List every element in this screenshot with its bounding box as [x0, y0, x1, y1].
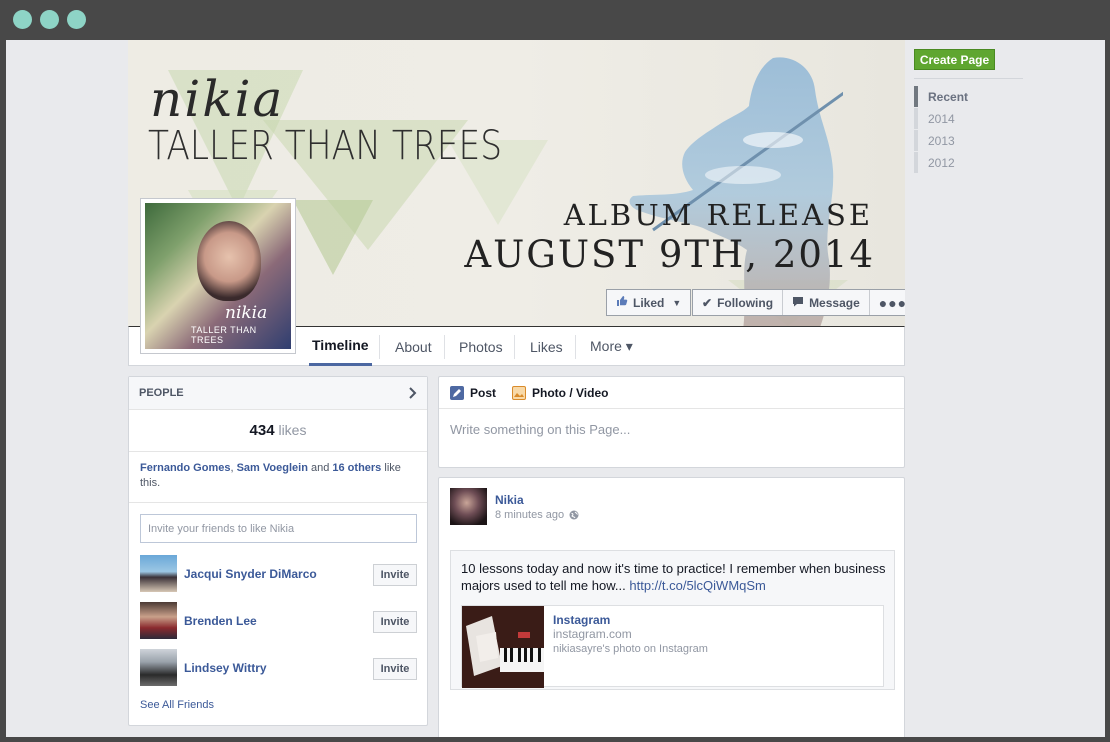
friend-name[interactable]: Brenden Lee	[184, 614, 257, 628]
tab-divider	[379, 335, 380, 359]
timeline-year-2012[interactable]: 2012	[914, 152, 1014, 173]
post-author[interactable]: Nikia	[495, 493, 524, 507]
more-actions-button[interactable]: ●●●	[870, 290, 905, 315]
timeline-year-2014[interactable]: 2014	[914, 108, 1014, 129]
rail-divider	[914, 78, 1023, 79]
tab-divider	[444, 335, 445, 359]
others-link[interactable]: 16 others	[332, 462, 381, 474]
photo-icon	[512, 385, 526, 400]
photo-tab-label: Photo / Video	[532, 385, 609, 400]
composer-photo-tab[interactable]: Photo / Video	[512, 377, 608, 408]
post-timestamp: 8 minutes ago	[495, 509, 579, 521]
tab-divider	[575, 335, 576, 359]
browser-viewport: nikia TALLER THAN TREES ALBUM RELEASE AU…	[6, 40, 1105, 737]
shared-content: 10 lessons today and now it's time to pr…	[450, 550, 895, 690]
timeline-year-recent[interactable]: Recent	[914, 86, 1014, 107]
link-attachment[interactable]: Instagram instagram.com nikiasayre's pho…	[461, 605, 884, 688]
post-link[interactable]: http://t.co/5lcQiWMqSm	[629, 578, 766, 593]
friend-row: Jacqui Snyder DiMarco Invite	[140, 555, 417, 593]
cover-release-label: ALBUM RELEASE	[563, 198, 873, 232]
tab-about[interactable]: About	[395, 327, 432, 366]
friend-row: Brenden Lee Invite	[140, 602, 417, 640]
invite-button[interactable]: Invite	[373, 564, 417, 586]
post-time-text[interactable]: 8 minutes ago	[495, 509, 564, 521]
liker-link[interactable]: Sam Voeglein	[237, 462, 308, 474]
profile-picture[interactable]: nikia TALLER THAN TREES	[140, 198, 296, 354]
following-button[interactable]: ✔ Following	[693, 290, 784, 315]
attachment-description: nikiasayre's photo on Instagram	[553, 643, 708, 655]
window-maximize-dot[interactable]	[67, 10, 86, 29]
composer: Post Photo / Video Write something on th…	[438, 376, 905, 468]
attachment-title[interactable]: Instagram	[553, 613, 610, 627]
speech-bubble-icon	[792, 296, 804, 310]
caret-down-icon: ▼	[672, 297, 682, 308]
invite-button[interactable]: Invite	[373, 658, 417, 680]
message-button[interactable]: Message	[783, 290, 870, 315]
avatar[interactable]	[140, 649, 177, 686]
people-title: PEOPLE	[139, 387, 184, 399]
likes-count: 434	[249, 422, 275, 439]
and-text: and	[307, 462, 333, 474]
composer-tabs: Post Photo / Video	[439, 377, 904, 409]
liked-by-text: Fernando Gomes, Sam Voeglein and 16 othe…	[140, 461, 415, 491]
see-all-friends-link[interactable]: See All Friends	[140, 699, 214, 711]
globe-icon	[569, 510, 579, 520]
pencil-icon	[450, 385, 464, 400]
profile-album-art: nikia TALLER THAN TREES	[145, 203, 291, 349]
violinist-silhouette	[629, 57, 843, 326]
friend-row: Lindsey Wittry Invite	[140, 649, 417, 687]
ellipsis-icon: ●●●	[878, 294, 905, 311]
cover-artist-name: nikia	[150, 70, 285, 128]
window-titlebar	[0, 0, 1110, 40]
profile-face-image	[197, 221, 261, 301]
following-label: Following	[717, 295, 774, 310]
window-minimize-dot[interactable]	[40, 10, 59, 29]
timeline-post: Nikia 8 minutes ago 10 lessons today and…	[438, 477, 905, 737]
tab-divider	[514, 335, 515, 359]
liked-label: Liked	[633, 295, 665, 310]
post-tab-label: Post	[470, 385, 497, 400]
check-icon: ✔	[702, 295, 713, 310]
invite-button[interactable]: Invite	[373, 611, 417, 633]
attachment-thumbnail	[462, 606, 544, 688]
people-header[interactable]: PEOPLE	[129, 377, 427, 410]
tab-more[interactable]: More ▾	[590, 327, 633, 366]
likes-count-line: 434 likes	[129, 422, 427, 439]
composer-post-tab[interactable]: Post	[450, 377, 496, 408]
avatar[interactable]	[450, 488, 487, 525]
post-text-block: 10 lessons today and now it's time to pr…	[461, 560, 889, 594]
cover-release-date: AUGUST 9TH, 2014	[464, 233, 875, 276]
attachment-domain: instagram.com	[553, 627, 632, 641]
friend-name[interactable]: Jacqui Snyder DiMarco	[184, 567, 317, 581]
people-box: PEOPLE 434 likes Fernando Gomes, Sam Voe…	[128, 376, 428, 726]
composer-input[interactable]: Write something on this Page...	[450, 422, 630, 437]
liker-link[interactable]: Fernando Gomes	[140, 462, 230, 474]
profile-art-album: TALLER THAN TREES	[191, 325, 257, 345]
create-page-button[interactable]: Create Page	[914, 49, 995, 70]
message-label: Message	[809, 295, 860, 310]
divider	[129, 451, 427, 452]
tab-timeline[interactable]: Timeline	[309, 327, 372, 366]
tab-likes[interactable]: Likes	[530, 327, 563, 366]
chevron-right-icon[interactable]	[409, 387, 417, 399]
avatar[interactable]	[140, 602, 177, 639]
divider	[129, 502, 427, 503]
profile-art-script: nikia	[225, 303, 268, 323]
avatar[interactable]	[140, 555, 177, 592]
thumbs-up-icon	[616, 295, 628, 310]
cover-album-title: TALLER THAN TREES	[148, 123, 503, 169]
invite-friends-input[interactable]: Invite your friends to like Nikia	[140, 514, 417, 543]
tab-photos[interactable]: Photos	[459, 327, 503, 366]
window-close-dot[interactable]	[13, 10, 32, 29]
likes-word: likes	[278, 422, 307, 438]
friend-name[interactable]: Lindsey Wittry	[184, 661, 267, 675]
page-actions-group: ✔ Following Message ●●●	[692, 289, 905, 316]
timeline-year-2013[interactable]: 2013	[914, 130, 1014, 151]
liked-button[interactable]: Liked ▼	[606, 289, 692, 316]
